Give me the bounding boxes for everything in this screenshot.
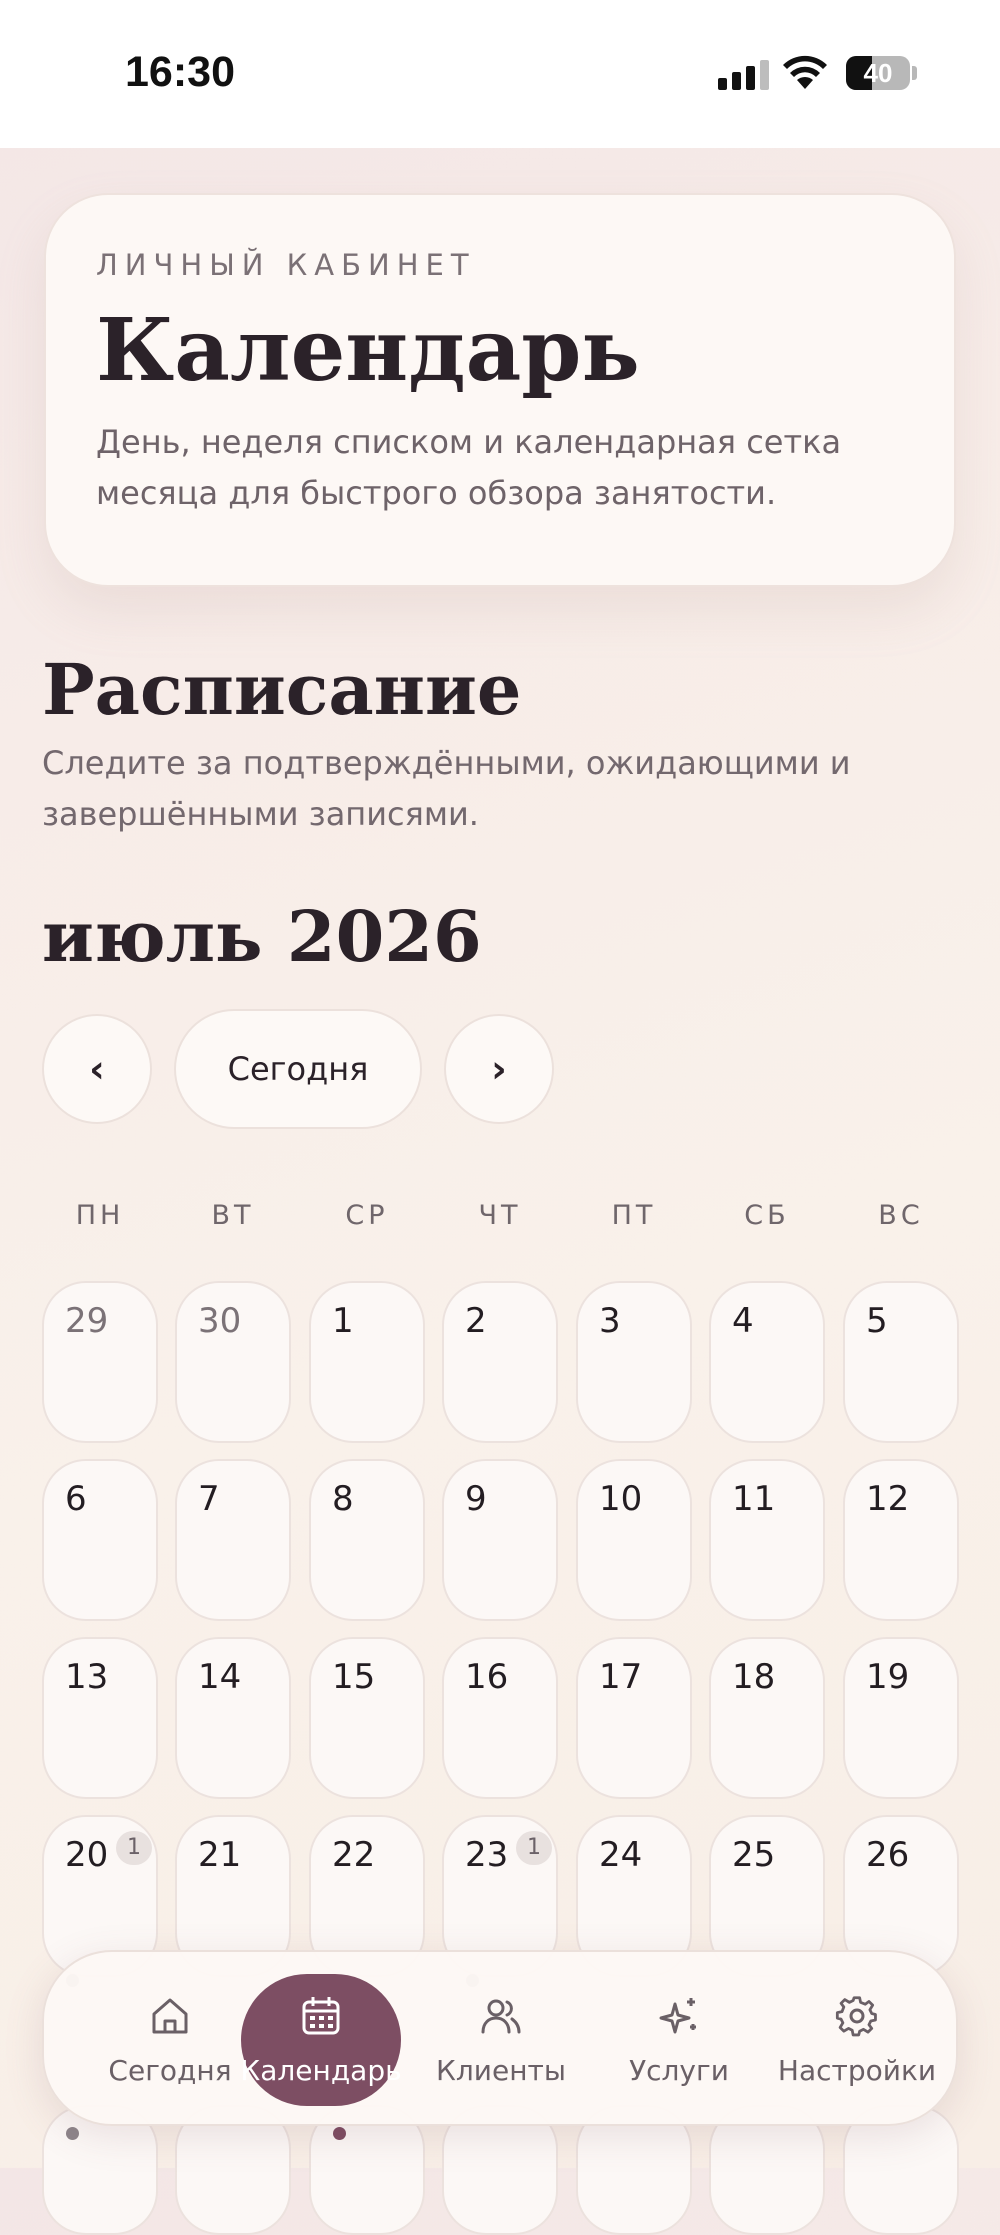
day-number: 21 xyxy=(198,1835,242,1875)
battery-icon: 40 xyxy=(846,56,910,90)
tab-label: Услуги xyxy=(629,2054,729,2087)
day-number: 10 xyxy=(599,1479,643,1519)
calendar-day-cell[interactable]: 17 xyxy=(576,1637,692,1799)
next-month-button[interactable]: › xyxy=(444,1014,554,1124)
weekday-label: СР xyxy=(345,1200,389,1231)
calendar-day-cell[interactable]: 1 xyxy=(309,1281,425,1443)
calendar-day-cell[interactable]: 14 xyxy=(175,1637,291,1799)
day-number: 24 xyxy=(599,1835,643,1875)
calendar-day-cell[interactable]: 29 xyxy=(42,1281,158,1443)
hero-card: ЛИЧНЫЙ КАБИНЕТ Календарь День, неделя сп… xyxy=(44,193,956,587)
weekday-label: ПН xyxy=(75,1200,125,1231)
day-number: 8 xyxy=(332,1479,354,1519)
day-number: 20 xyxy=(65,1835,109,1875)
month-label: июль 2026 xyxy=(42,895,482,978)
weekday-label: ЧТ xyxy=(478,1200,522,1231)
day-number: 3 xyxy=(599,1301,621,1341)
day-number: 17 xyxy=(599,1657,643,1697)
weekday-label: ВТ xyxy=(211,1200,255,1231)
day-number: 15 xyxy=(332,1657,376,1697)
tab-services[interactable]: Услуги xyxy=(599,1974,759,2106)
day-number: 6 xyxy=(65,1479,87,1519)
day-number: 14 xyxy=(198,1657,242,1697)
wifi-icon xyxy=(783,55,827,89)
day-number: 13 xyxy=(65,1657,109,1697)
day-number: 29 xyxy=(65,1301,109,1341)
day-number: 11 xyxy=(732,1479,776,1519)
calendar-day-cell[interactable]: 10 xyxy=(576,1459,692,1621)
prev-month-button[interactable]: ‹ xyxy=(42,1014,152,1124)
event-dot xyxy=(66,2127,79,2140)
day-number: 12 xyxy=(866,1479,910,1519)
event-dot xyxy=(333,2127,346,2140)
day-number: 18 xyxy=(732,1657,776,1697)
appointment-count-badge: 1 xyxy=(516,1831,552,1865)
page-title: Календарь xyxy=(96,300,640,401)
day-number: 1 xyxy=(332,1301,354,1341)
calendar-day-cell[interactable]: 15 xyxy=(309,1637,425,1799)
weekday-label: ПТ xyxy=(611,1200,657,1231)
battery-level: 40 xyxy=(863,58,893,88)
tab-calendar[interactable]: Календарь xyxy=(240,1974,402,2106)
tab-settings[interactable]: Настройки xyxy=(777,1974,937,2106)
day-number: 16 xyxy=(465,1657,509,1697)
calendar-day-cell[interactable]: 16 xyxy=(442,1637,558,1799)
day-number: 4 xyxy=(732,1301,754,1341)
day-number: 30 xyxy=(198,1301,242,1341)
cellular-signal-icon xyxy=(718,60,769,90)
hero-description: День, неделя списком и календарная сетка… xyxy=(96,423,842,512)
bottom-tab-bar: Сегодня Календарь Клиенты Услуги Настрой… xyxy=(42,1950,958,2126)
day-number: 19 xyxy=(866,1657,910,1697)
day-number: 22 xyxy=(332,1835,376,1875)
day-number: 5 xyxy=(866,1301,888,1341)
today-button[interactable]: Сегодня xyxy=(174,1009,422,1129)
day-number: 25 xyxy=(732,1835,776,1875)
status-bar: 16:30 40 xyxy=(0,0,1000,148)
calendar-icon xyxy=(302,1997,340,2035)
schedule-description: Следите за подтверждёнными, ожидающими и… xyxy=(42,744,851,833)
calendar-day-cell[interactable]: 18 xyxy=(709,1637,825,1799)
day-number: 26 xyxy=(866,1835,910,1875)
tab-clients[interactable]: Клиенты xyxy=(421,1974,581,2106)
calendar-day-cell[interactable]: 3 xyxy=(576,1281,692,1443)
day-number: 2 xyxy=(465,1301,487,1341)
day-number: 7 xyxy=(198,1479,220,1519)
gear-icon xyxy=(835,1996,877,2037)
calendar-day-cell[interactable]: 13 xyxy=(42,1637,158,1799)
weekday-label: СБ xyxy=(744,1200,790,1231)
day-number: 23 xyxy=(465,1835,509,1875)
home-icon xyxy=(152,1998,188,2034)
calendar-day-cell[interactable]: 6 xyxy=(42,1459,158,1621)
calendar-day-cell[interactable]: 11 xyxy=(709,1459,825,1621)
tab-label: Календарь xyxy=(240,2054,402,2087)
appointment-count-badge: 1 xyxy=(116,1831,152,1865)
tab-label: Настройки xyxy=(777,2054,937,2087)
calendar-day-cell[interactable]: 8 xyxy=(309,1459,425,1621)
weekday-label: ВС xyxy=(878,1200,924,1231)
sparkles-icon xyxy=(659,1998,696,2034)
status-time: 16:30 xyxy=(125,48,235,96)
tab-label: Клиенты xyxy=(436,2054,566,2087)
hero-eyebrow: ЛИЧНЫЙ КАБИНЕТ xyxy=(96,248,476,282)
calendar-day-cell[interactable]: 12 xyxy=(843,1459,959,1621)
calendar-day-cell[interactable]: 5 xyxy=(843,1281,959,1443)
calendar-day-cell[interactable]: 7 xyxy=(175,1459,291,1621)
calendar-day-cell[interactable]: 4 xyxy=(709,1281,825,1443)
calendar-day-cell[interactable]: 19 xyxy=(843,1637,959,1799)
calendar-day-cell[interactable]: 9 xyxy=(442,1459,558,1621)
day-number: 9 xyxy=(465,1479,487,1519)
users-icon xyxy=(481,1999,521,2034)
schedule-title: Расписание xyxy=(42,648,522,731)
calendar-day-cell[interactable]: 2 xyxy=(442,1281,558,1443)
battery-tip xyxy=(912,66,917,80)
calendar-day-cell[interactable]: 30 xyxy=(175,1281,291,1443)
